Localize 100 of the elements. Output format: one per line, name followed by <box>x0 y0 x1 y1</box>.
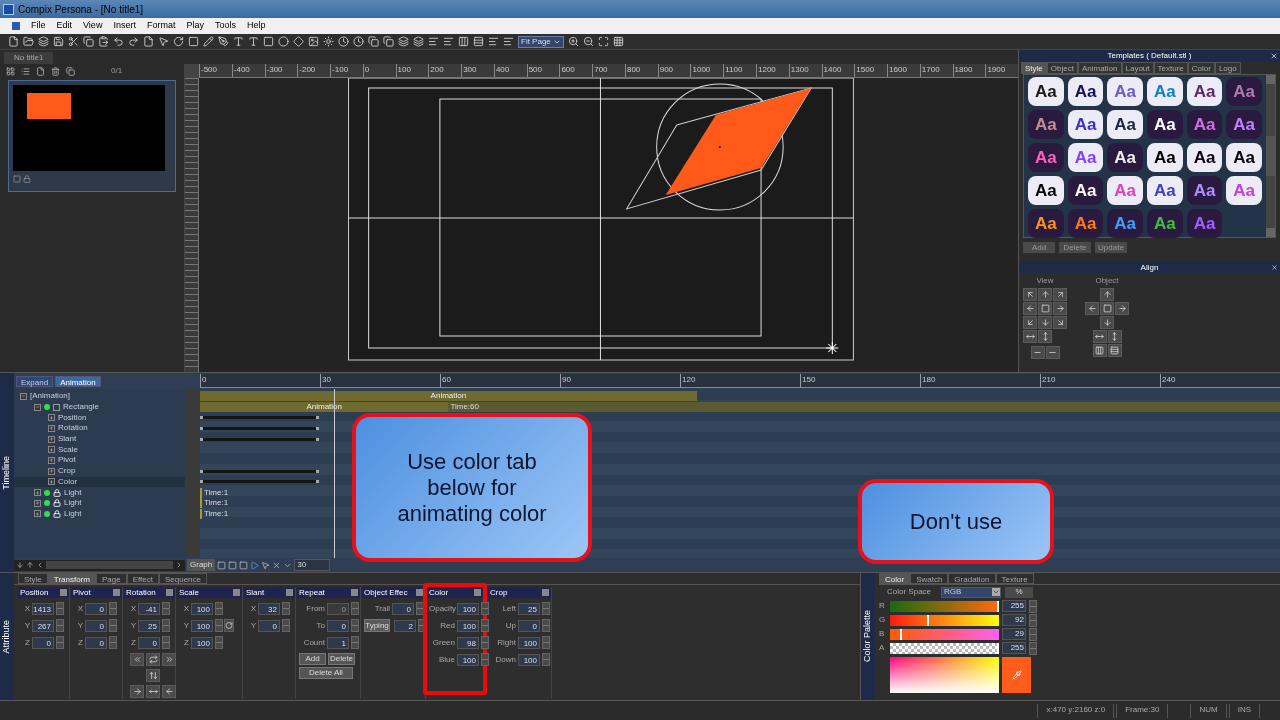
fit-icon[interactable] <box>597 36 609 47</box>
menu-item[interactable]: Insert <box>113 19 136 33</box>
distribute-icon[interactable] <box>503 36 514 47</box>
template-swatch[interactable]: Aa <box>1226 110 1262 139</box>
menu-item[interactable]: Tools <box>214 19 236 33</box>
tab[interactable]: Style <box>1021 62 1047 74</box>
move-down-icon[interactable] <box>16 561 24 569</box>
tab[interactable]: Page <box>95 573 127 584</box>
key-out-icon[interactable] <box>239 560 249 570</box>
template-swatch[interactable]: Aa <box>1186 176 1223 205</box>
page-add-icon[interactable] <box>36 66 45 76</box>
tab[interactable]: Animation <box>1077 62 1122 74</box>
effect-button[interactable]: Typing <box>364 619 390 632</box>
expand-icon[interactable] <box>48 435 55 443</box>
grid-view-icon[interactable] <box>6 66 15 76</box>
image-icon[interactable] <box>308 36 319 47</box>
left-button[interactable] <box>1023 302 1037 315</box>
menu-item[interactable]: Help <box>246 19 266 33</box>
template-swatch[interactable]: Aa <box>1226 176 1262 205</box>
template-swatch[interactable]: Aa <box>1186 143 1223 172</box>
tab[interactable]: Layout <box>1121 62 1154 74</box>
tab[interactable]: Sequence <box>158 573 207 584</box>
template-swatch[interactable]: Aa <box>1067 176 1104 205</box>
template-swatch[interactable]: Aa <box>1028 176 1064 205</box>
tab[interactable]: Effect <box>126 573 159 584</box>
right-arrow-button[interactable] <box>130 685 144 698</box>
key-icon[interactable] <box>217 560 227 570</box>
expand-icon[interactable] <box>48 478 55 486</box>
rows-button[interactable] <box>1107 344 1122 357</box>
text-icon[interactable] <box>233 36 244 47</box>
number-field[interactable]: 0 <box>518 619 540 632</box>
columns-icon[interactable] <box>458 36 469 47</box>
pointer-icon[interactable] <box>158 36 169 47</box>
center-button[interactable] <box>1038 302 1052 315</box>
menu-item[interactable]: Format <box>146 19 176 33</box>
scroll-thumb[interactable] <box>46 561 173 569</box>
reset-button[interactable] <box>224 619 234 632</box>
flip-button[interactable] <box>146 653 160 666</box>
collapse-icon[interactable] <box>20 392 27 400</box>
list-view-icon[interactable] <box>21 66 30 76</box>
tab[interactable]: Logo <box>1214 62 1241 74</box>
pointer-icon[interactable] <box>261 560 271 570</box>
number-field[interactable]: 0 <box>258 619 280 632</box>
template-swatch[interactable]: Aa <box>1186 110 1223 139</box>
template-swatch[interactable]: Aa <box>1067 77 1104 106</box>
color-space-dropdown[interactable]: RGB <box>941 586 1001 598</box>
expand-icon[interactable] <box>48 414 55 422</box>
tree-row[interactable]: Rotation <box>14 423 185 434</box>
tab[interactable]: Gradation <box>948 573 996 584</box>
template-swatch[interactable]: Aa <box>1147 143 1183 172</box>
template-swatch[interactable]: Aa <box>1107 110 1143 139</box>
equal-height-button[interactable] <box>1045 346 1060 359</box>
channel-slider[interactable] <box>890 614 999 626</box>
graph-button[interactable]: Graph <box>187 559 216 571</box>
zoom-dropdown[interactable]: Fit Page <box>518 35 564 48</box>
template-swatch[interactable]: Aa <box>1186 77 1223 106</box>
keyframe-line[interactable] <box>200 416 319 420</box>
tab[interactable]: Style <box>18 573 48 584</box>
number-field[interactable]: 255 <box>1002 642 1026 654</box>
spin-button[interactable] <box>1029 613 1037 627</box>
template-swatch[interactable]: Aa <box>1147 176 1183 205</box>
clock-icon[interactable] <box>338 36 349 47</box>
template-swatch[interactable]: Aa <box>1107 143 1143 172</box>
clip-bar[interactable]: Animation <box>200 391 697 402</box>
scroll-left-icon[interactable] <box>36 561 44 569</box>
tree-row[interactable]: [Animation] <box>14 391 185 402</box>
percent-button[interactable]: % <box>1005 586 1033 598</box>
up-button[interactable] <box>1038 288 1052 301</box>
slider-thumb[interactable] <box>927 614 930 626</box>
number-field[interactable]: 255 <box>1002 600 1026 612</box>
vertical-center-button[interactable] <box>1038 330 1052 343</box>
timer-icon[interactable] <box>353 36 364 47</box>
expand-icon[interactable] <box>48 446 55 454</box>
circle-icon[interactable] <box>278 36 289 47</box>
menu-item[interactable]: View <box>83 19 103 33</box>
number-field[interactable]: 0 <box>85 636 107 649</box>
spin-button[interactable] <box>1029 627 1037 641</box>
number-field[interactable]: 1413 <box>32 602 54 615</box>
layers-icon[interactable] <box>38 36 49 47</box>
trash-icon[interactable] <box>51 66 60 76</box>
down-left-button[interactable] <box>1023 316 1037 329</box>
columns-button[interactable] <box>1092 344 1107 357</box>
zoom-out-icon[interactable] <box>582 36 594 47</box>
number-field[interactable]: 0 <box>138 636 160 649</box>
object-vertical-button[interactable] <box>1107 330 1122 343</box>
keyframe-line[interactable] <box>200 426 319 430</box>
pencil-icon[interactable] <box>203 36 214 47</box>
redo-icon[interactable] <box>128 36 139 47</box>
channel-slider[interactable] <box>890 628 999 640</box>
template-swatch[interactable]: Aa <box>1028 110 1064 139</box>
repeat-button[interactable]: Delete All <box>299 667 353 679</box>
tab[interactable]: Color <box>879 573 911 584</box>
tree-row[interactable]: Rectangle <box>14 401 185 413</box>
number-field[interactable]: 100 <box>191 602 213 615</box>
number-field[interactable]: 100 <box>191 636 213 649</box>
template-swatch[interactable]: Aa <box>1107 77 1143 106</box>
tree-row[interactable]: Pivot <box>14 455 185 466</box>
keyframe-line[interactable] <box>200 469 319 473</box>
object-left-button[interactable] <box>1085 302 1099 315</box>
horizontal-center-button[interactable] <box>1023 330 1037 343</box>
